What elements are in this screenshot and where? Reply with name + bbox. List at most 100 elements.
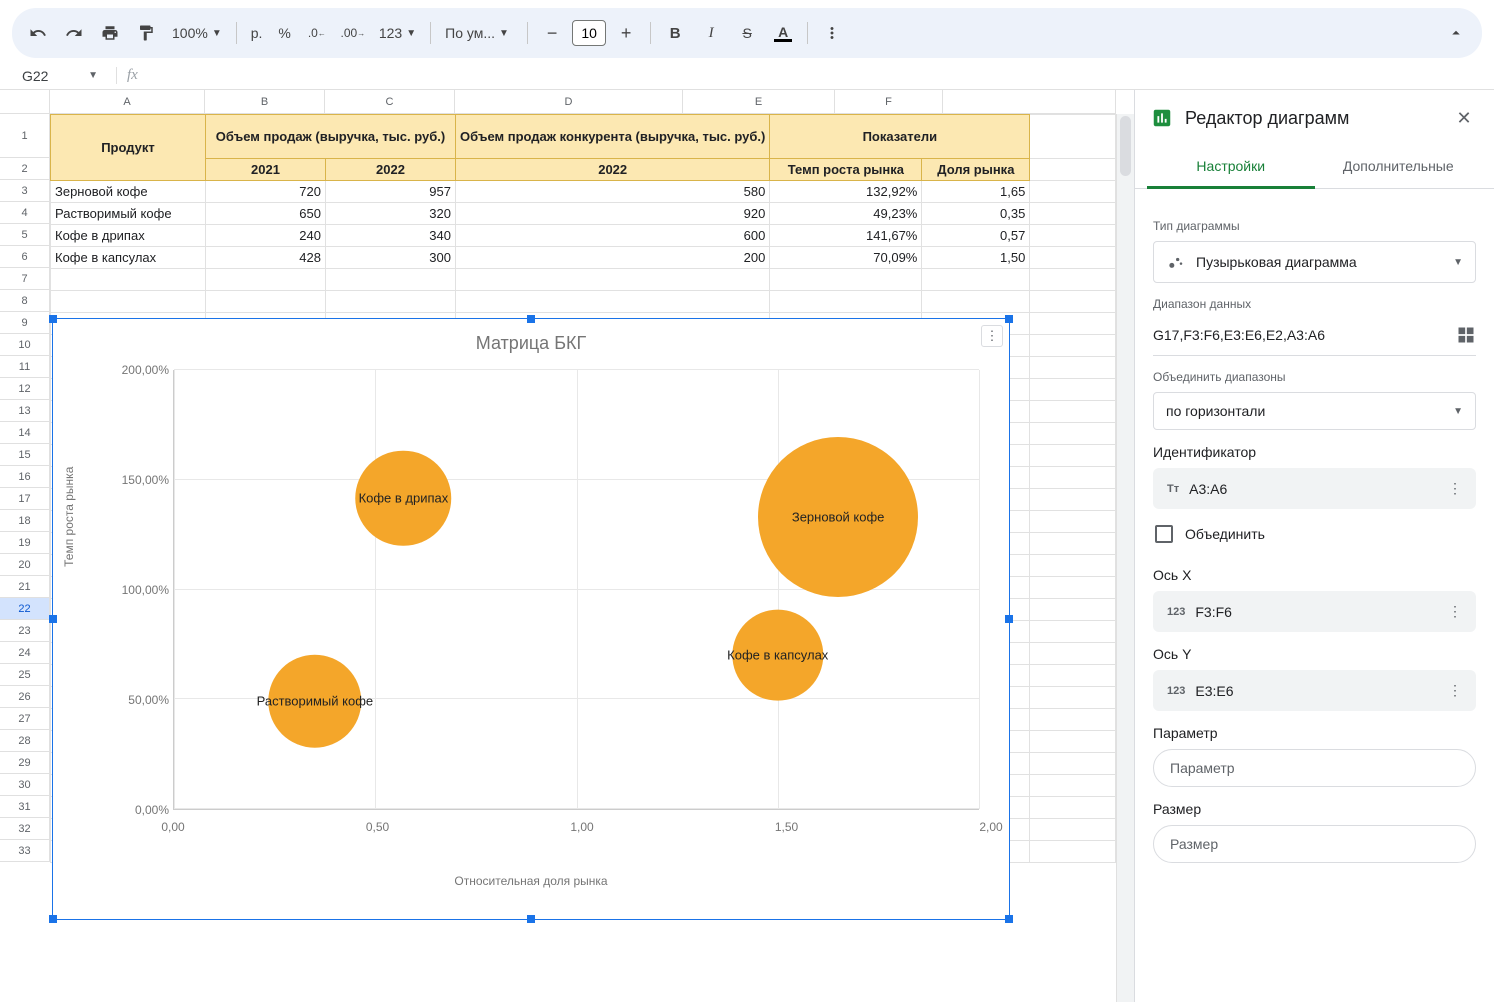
cell[interactable] xyxy=(770,269,922,291)
cell[interactable]: 70,09% xyxy=(770,247,922,269)
collapse-toolbar-button[interactable] xyxy=(1440,17,1472,49)
row-header[interactable]: 16 xyxy=(0,466,50,488)
column-header[interactable]: C xyxy=(325,90,455,114)
cell[interactable]: 200 xyxy=(456,247,770,269)
row-header[interactable]: 4 xyxy=(0,202,50,224)
row-header[interactable]: 26 xyxy=(0,686,50,708)
cell[interactable]: 2021 xyxy=(206,159,326,181)
name-box[interactable]: G22▼ xyxy=(14,64,106,88)
size-input[interactable]: Размер xyxy=(1153,825,1476,863)
strikethrough-button[interactable]: S xyxy=(731,17,763,49)
row-header[interactable]: 15 xyxy=(0,444,50,466)
bold-button[interactable]: B xyxy=(659,17,691,49)
cell[interactable]: Кофе в капсулах xyxy=(51,247,206,269)
chart-menu-button[interactable]: ⋮ xyxy=(981,325,1003,347)
row-header[interactable]: 32 xyxy=(0,818,50,840)
cell[interactable]: Кофе в дрипах xyxy=(51,225,206,247)
row-header[interactable]: 7 xyxy=(0,268,50,290)
data-range-input[interactable]: G17,F3:F6,E3:E6,E2,A3:A6 xyxy=(1153,327,1448,343)
param-input[interactable]: Параметр xyxy=(1153,749,1476,787)
row-header[interactable]: 22 xyxy=(0,598,50,620)
select-range-icon[interactable] xyxy=(1456,325,1476,345)
cell[interactable]: Доля рынка xyxy=(922,159,1030,181)
chart-object[interactable]: ⋮ Матрица БКГ Темп роста рынка Зерновой … xyxy=(52,318,1010,920)
cell[interactable]: 141,67% xyxy=(770,225,922,247)
identifier-chip[interactable]: Tᴛ A3:A6 ⋮ xyxy=(1153,468,1476,509)
identifier-menu[interactable]: ⋮ xyxy=(1448,480,1462,497)
row-header[interactable]: 8 xyxy=(0,290,50,312)
row-header[interactable]: 3 xyxy=(0,180,50,202)
cell[interactable] xyxy=(326,269,456,291)
row-header[interactable]: 31 xyxy=(0,796,50,818)
vertical-scrollbar[interactable] xyxy=(1116,114,1134,1002)
print-button[interactable] xyxy=(94,17,126,49)
column-header[interactable]: E xyxy=(683,90,835,114)
close-sidebar-button[interactable]: ✕ xyxy=(1450,104,1478,132)
cell[interactable] xyxy=(206,269,326,291)
cell[interactable]: 340 xyxy=(326,225,456,247)
cell[interactable] xyxy=(922,269,1030,291)
yaxis-chip[interactable]: 123 E3:E6 ⋮ xyxy=(1153,670,1476,711)
row-header[interactable]: 12 xyxy=(0,378,50,400)
column-header[interactable]: A xyxy=(50,90,205,114)
cell[interactable]: 132,92% xyxy=(770,181,922,203)
currency-format-button[interactable]: р. xyxy=(245,17,269,49)
row-header[interactable]: 24 xyxy=(0,642,50,664)
row-header[interactable]: 11 xyxy=(0,356,50,378)
cell[interactable]: 300 xyxy=(326,247,456,269)
row-header[interactable]: 2 xyxy=(0,158,50,180)
percent-format-button[interactable]: % xyxy=(272,17,296,49)
row-header[interactable]: 18 xyxy=(0,510,50,532)
cell[interactable]: 650 xyxy=(206,203,326,225)
row-header[interactable]: 23 xyxy=(0,620,50,642)
font-size-decrease[interactable]: − xyxy=(536,17,568,49)
cell[interactable]: Объем продаж (выручка, тыс. руб.) xyxy=(206,115,456,159)
decrease-decimal-button[interactable]: .0← xyxy=(301,17,333,49)
cell[interactable]: 2022 xyxy=(326,159,456,181)
row-header[interactable]: 13 xyxy=(0,400,50,422)
font-select[interactable]: По ум... ▼ xyxy=(439,25,519,41)
number-format-select[interactable]: 123 ▼ xyxy=(373,25,422,41)
more-button[interactable] xyxy=(816,17,848,49)
chart-type-select[interactable]: Пузырьковая диаграмма ▼ xyxy=(1153,241,1476,283)
row-header[interactable]: 17 xyxy=(0,488,50,510)
xaxis-chip[interactable]: 123 F3:F6 ⋮ xyxy=(1153,591,1476,632)
cell[interactable]: 428 xyxy=(206,247,326,269)
cell[interactable]: 240 xyxy=(206,225,326,247)
row-header[interactable]: 14 xyxy=(0,422,50,444)
row-header[interactable]: 20 xyxy=(0,554,50,576)
cell[interactable] xyxy=(51,291,206,313)
cell[interactable] xyxy=(206,291,326,313)
row-header[interactable]: 5 xyxy=(0,224,50,246)
cell[interactable]: Зерновой кофе xyxy=(51,181,206,203)
row-header[interactable]: 33 xyxy=(0,840,50,862)
cell[interactable] xyxy=(922,291,1030,313)
cell[interactable]: 920 xyxy=(456,203,770,225)
cell[interactable]: Объем продаж конкурента (выручка, тыс. р… xyxy=(456,115,770,159)
cell[interactable]: 320 xyxy=(326,203,456,225)
cell[interactable]: 2022 xyxy=(456,159,770,181)
cell[interactable] xyxy=(456,269,770,291)
cell[interactable]: 49,23% xyxy=(770,203,922,225)
cell[interactable]: 1,65 xyxy=(922,181,1030,203)
row-header[interactable]: 10 xyxy=(0,334,50,356)
column-header[interactable]: D xyxy=(455,90,683,114)
tab-setup[interactable]: Настройки xyxy=(1147,146,1315,189)
row-header[interactable]: 6 xyxy=(0,246,50,268)
row-header[interactable]: 25 xyxy=(0,664,50,686)
paint-format-button[interactable] xyxy=(130,17,162,49)
row-header[interactable]: 30 xyxy=(0,774,50,796)
cell[interactable]: Темп роста рынка xyxy=(770,159,922,181)
cell[interactable]: Растворимый кофе xyxy=(51,203,206,225)
row-header[interactable]: 21 xyxy=(0,576,50,598)
select-all-corner[interactable] xyxy=(0,90,50,114)
merge-checkbox[interactable]: Объединить xyxy=(1153,515,1476,553)
undo-button[interactable] xyxy=(22,17,54,49)
row-header[interactable]: 9 xyxy=(0,312,50,334)
cell[interactable]: Продукт xyxy=(51,115,206,181)
increase-decimal-button[interactable]: .00→ xyxy=(337,17,369,49)
row-header[interactable]: 27 xyxy=(0,708,50,730)
cell[interactable] xyxy=(326,291,456,313)
cell[interactable] xyxy=(456,291,770,313)
combine-ranges-select[interactable]: по горизонтали ▼ xyxy=(1153,392,1476,430)
